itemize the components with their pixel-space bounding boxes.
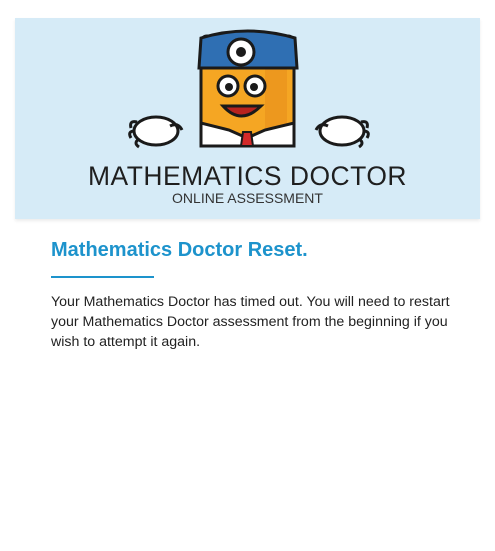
left-glove-icon — [128, 115, 184, 149]
main-content: Mathematics Doctor Reset. Your Mathemati… — [51, 237, 451, 366]
header-banner: MATHEMATICS DOCTOR ONLINE ASSESSMENT — [15, 18, 480, 219]
timeout-message: Your Mathematics Doctor has timed out. Y… — [51, 294, 450, 350]
page-heading: Mathematics Doctor Reset. — [51, 239, 308, 261]
heading-underline — [51, 276, 154, 278]
brand-subtitle: ONLINE ASSESSMENT — [172, 190, 323, 206]
brand-title: MATHEMATICS DOCTOR — [88, 161, 407, 191]
right-glove-icon — [314, 115, 370, 149]
